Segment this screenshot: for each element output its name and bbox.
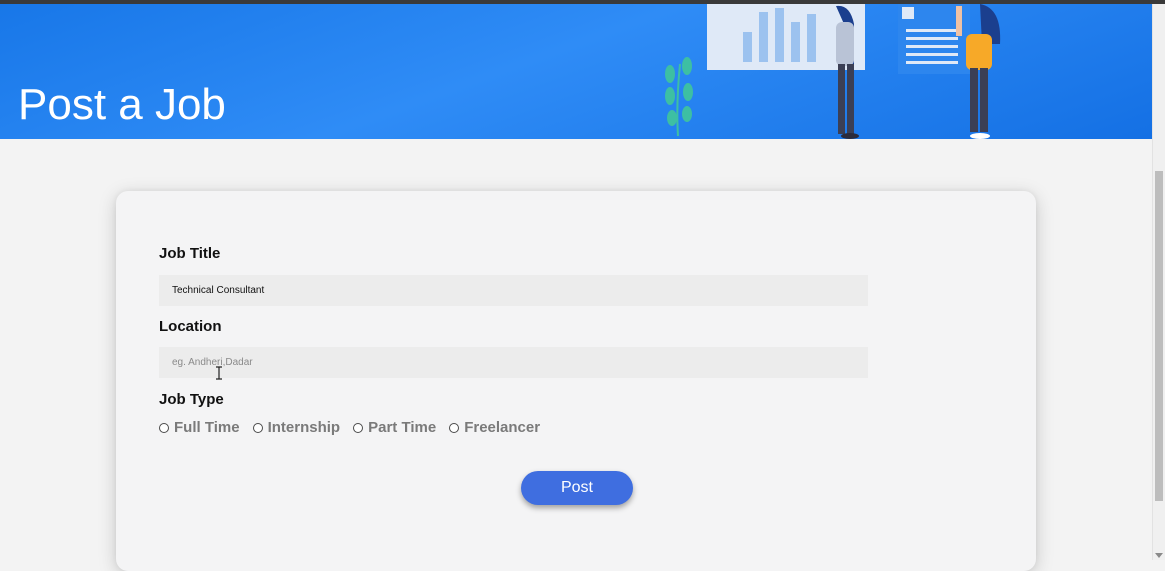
page-banner: Post a Job	[0, 4, 1153, 139]
location-input[interactable]	[159, 347, 868, 378]
radio-label[interactable]: Full Time	[174, 419, 240, 436]
i-beam-cursor-icon	[216, 366, 222, 380]
radio-button[interactable]	[449, 422, 460, 433]
scrollbar-thumb[interactable]	[1155, 171, 1163, 501]
people-charts-illustration	[665, 4, 1001, 139]
job-title-label: Job Title	[159, 245, 221, 262]
radio-button[interactable]	[252, 422, 263, 433]
radio-internship[interactable]: Internship	[252, 419, 341, 436]
post-job-form-card: Job Title Location Job Type Full Time In…	[116, 191, 1036, 571]
radio-label[interactable]: Internship	[268, 419, 341, 436]
radio-part-time[interactable]: Part Time	[353, 419, 436, 436]
scroll-down-arrow-icon[interactable]	[1155, 553, 1163, 558]
page-title: Post a Job	[18, 80, 226, 129]
radio-label[interactable]: Part Time	[368, 419, 436, 436]
radio-full-time[interactable]: Full Time	[159, 419, 240, 436]
radio-button[interactable]	[159, 422, 169, 433]
location-label: Location	[159, 318, 222, 335]
job-type-label: Job Type	[159, 391, 224, 408]
radio-label[interactable]: Freelancer	[464, 419, 540, 436]
page-scrollbar[interactable]	[1152, 4, 1165, 560]
radio-button[interactable]	[353, 422, 364, 433]
job-type-radio-group: Full Time Internship Part Time Freelance…	[159, 419, 553, 436]
job-title-input[interactable]	[159, 275, 868, 306]
radio-freelancer[interactable]: Freelancer	[449, 419, 540, 436]
post-button[interactable]: Post	[521, 471, 633, 505]
